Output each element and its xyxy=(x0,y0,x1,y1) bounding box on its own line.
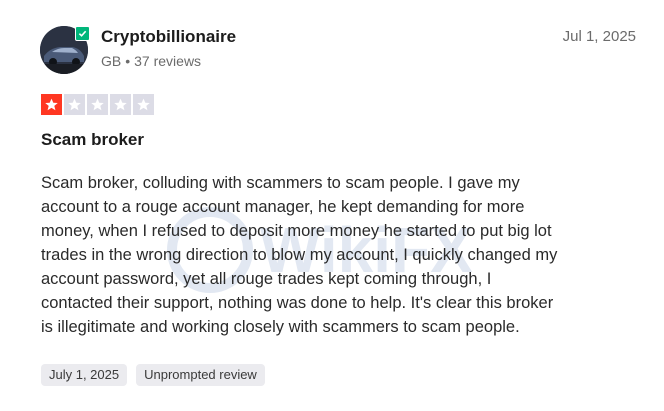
avatar[interactable] xyxy=(40,26,92,78)
star-empty-icon xyxy=(133,94,154,115)
star-rating xyxy=(41,94,154,115)
star-empty-icon xyxy=(87,94,108,115)
reviewer-name[interactable]: Cryptobillionaire xyxy=(101,27,236,47)
review-date: Jul 1, 2025 xyxy=(562,28,636,45)
reviewer-country: GB xyxy=(101,53,122,69)
reviewer-review-count[interactable]: 37 reviews xyxy=(134,53,201,69)
review-title[interactable]: Scam broker xyxy=(41,130,144,150)
meta-separator: • xyxy=(125,53,131,69)
tag-unprompted: Unprompted review xyxy=(136,364,265,386)
tag-date: July 1, 2025 xyxy=(41,364,128,386)
review-body: Scam broker, colluding with scammers to … xyxy=(41,174,558,336)
verified-badge-icon xyxy=(75,26,90,41)
star-empty-icon xyxy=(110,94,131,115)
reviewer-meta: GB • 37 reviews xyxy=(101,53,201,69)
star-filled-icon xyxy=(41,94,62,115)
star-empty-icon xyxy=(64,94,85,115)
review-tags: July 1, 2025 Unprompted review xyxy=(41,364,265,386)
review-card: Cryptobillionaire GB • 37 reviews Jul 1,… xyxy=(0,0,664,411)
